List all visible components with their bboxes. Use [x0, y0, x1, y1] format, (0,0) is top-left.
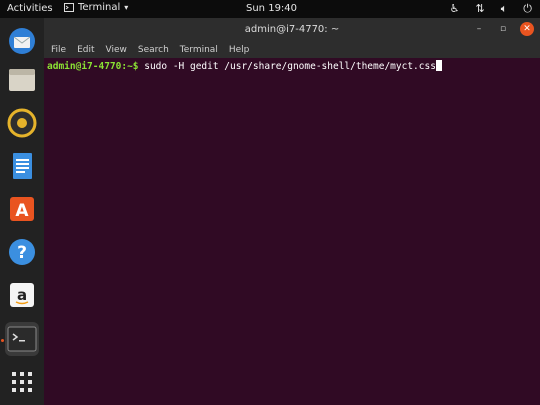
software-center-icon: A	[10, 197, 34, 221]
dock-software[interactable]: A	[5, 192, 39, 226]
menu-bar: File Edit View Search Terminal Help	[44, 42, 540, 58]
chevron-down-icon: ▾	[124, 3, 129, 12]
menu-view[interactable]: View	[106, 45, 127, 55]
terminal-icon	[7, 326, 37, 352]
menu-edit[interactable]: Edit	[77, 45, 94, 55]
dock-thunderbird[interactable]	[5, 24, 39, 58]
dock-amazon[interactable]: a	[5, 278, 39, 312]
app-menu[interactable]: Terminal ▾	[64, 2, 128, 13]
files-icon	[9, 69, 35, 91]
menu-search[interactable]: Search	[138, 45, 169, 55]
rhythmbox-icon	[7, 108, 37, 138]
window-title: admin@i7-4770: ~	[244, 24, 340, 35]
show-applications-button[interactable]	[5, 365, 39, 399]
svg-text:?: ?	[17, 243, 27, 263]
top-bar: Activities Terminal ▾ Sun 19:40 ♿︎ ⇅ 🔈︎ …	[0, 0, 540, 18]
writer-icon	[13, 153, 32, 179]
network-icon[interactable]: ⇅	[475, 2, 484, 16]
command-text: sudo -H gedit /usr/share/gnome-shell/the…	[138, 61, 436, 72]
accessibility-icon[interactable]: ♿︎	[450, 2, 460, 16]
power-icon[interactable]: ⏻	[523, 2, 532, 16]
text-cursor	[435, 60, 442, 71]
dock-terminal[interactable]	[5, 322, 39, 356]
dock-rhythmbox[interactable]	[5, 106, 39, 140]
svg-text:a: a	[17, 286, 27, 304]
dock-files[interactable]	[5, 63, 39, 97]
amazon-icon: a	[10, 283, 34, 307]
app-menu-label: Terminal	[78, 2, 121, 13]
menu-help[interactable]: Help	[229, 45, 250, 55]
help-icon: ?	[9, 239, 35, 265]
volume-icon[interactable]: 🔈︎	[501, 2, 508, 16]
app-grid-icon	[12, 372, 32, 392]
clock[interactable]: Sun 19:40	[246, 3, 297, 14]
terminal-app-icon	[64, 3, 74, 12]
menu-file[interactable]: File	[51, 45, 66, 55]
terminal-console[interactable]: admin@i7-4770:~$ sudo -H gedit /usr/shar…	[47, 60, 540, 72]
dock-help[interactable]: ?	[5, 235, 39, 269]
title-bar[interactable]: admin@i7-4770: ~ – ▫ ✕	[44, 18, 540, 42]
system-status-area[interactable]: ♿︎ ⇅ 🔈︎ ⏻	[450, 2, 532, 16]
menu-terminal[interactable]: Terminal	[180, 45, 218, 55]
dock-writer[interactable]	[5, 149, 39, 183]
shell-prompt: admin@i7-4770:~$	[47, 61, 139, 72]
svg-text:A: A	[15, 201, 29, 221]
thunderbird-icon	[9, 28, 35, 54]
maximize-button[interactable]: ▫	[496, 22, 510, 36]
close-button[interactable]: ✕	[520, 22, 534, 36]
dock: A ? a	[0, 18, 44, 405]
running-indicator	[1, 339, 4, 342]
minimize-button[interactable]: –	[472, 22, 486, 36]
terminal-window: admin@i7-4770: ~ – ▫ ✕ File Edit View Se…	[44, 18, 540, 405]
activities-button[interactable]: Activities	[7, 3, 53, 14]
